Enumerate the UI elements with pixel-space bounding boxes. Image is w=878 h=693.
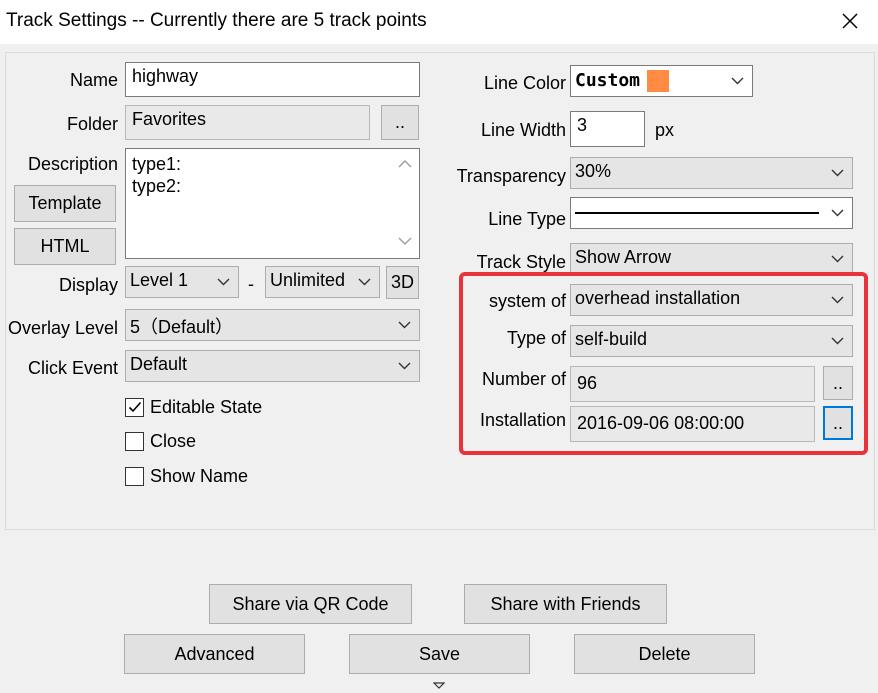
close-button[interactable] — [834, 6, 866, 36]
advanced-button[interactable]: Advanced — [124, 634, 305, 674]
line-width-input[interactable]: 3 — [570, 111, 645, 147]
chevron-down-icon — [831, 209, 844, 217]
name-label: Name — [69, 70, 118, 90]
display-max-value: Unlimited — [270, 270, 346, 290]
overlay-level-select[interactable]: 5（Default） — [125, 309, 420, 341]
number-browse-button[interactable]: .. — [823, 366, 853, 400]
display-min-value: Level 1 — [130, 270, 189, 290]
chevron-down-icon — [831, 337, 844, 345]
close-option[interactable]: Close — [125, 430, 196, 452]
type-value: self-build — [575, 329, 648, 349]
chevron-down-icon — [398, 321, 411, 329]
click-event-select[interactable]: Default — [125, 350, 420, 382]
chevron-down-icon — [398, 362, 411, 370]
chevron-down-icon — [358, 278, 371, 286]
transparency-label: Transparency — [456, 166, 566, 186]
chevron-down-icon — [731, 77, 744, 85]
title-bar: Track Settings -- Currently there are 5 … — [0, 0, 878, 44]
solid-line-preview — [575, 212, 819, 214]
html-button[interactable]: HTML — [14, 228, 116, 265]
folder-label: Folder — [66, 114, 118, 134]
show-name-option[interactable]: Show Name — [125, 465, 248, 487]
line-color-select[interactable]: Custom — [570, 65, 753, 97]
close-checkbox[interactable] — [125, 431, 144, 451]
line-color-label: Line Color — [483, 73, 566, 93]
description-textarea[interactable]: type1: type2: — [125, 148, 420, 259]
scroll-down-icon[interactable] — [398, 237, 412, 246]
click-event-value: Default — [130, 354, 188, 374]
transparency-select[interactable]: 30% — [570, 157, 853, 189]
number-label: Number of — [481, 369, 566, 389]
type-label: Type of — [506, 328, 566, 348]
overlay-level-value: 5（Default） — [130, 317, 234, 337]
line-type-select[interactable] — [570, 197, 853, 229]
description-scrollbar[interactable] — [393, 149, 418, 258]
track-style-value: Show Arrow — [575, 247, 672, 267]
display-range-separator: - — [248, 274, 254, 294]
close-label: Close — [150, 430, 197, 451]
editable-state-option[interactable]: Editable State — [125, 396, 262, 418]
show-name-label: Show Name — [150, 465, 249, 486]
threed-button[interactable]: 3D — [386, 266, 419, 299]
track-style-label: Track Style — [476, 252, 566, 272]
transparency-value: 30% — [575, 161, 612, 181]
delete-button[interactable]: Delete — [574, 634, 755, 674]
expand-arrow-icon[interactable] — [433, 682, 445, 690]
display-label: Display — [58, 275, 118, 295]
line-color-swatch — [647, 70, 669, 92]
line-width-label: Line Width — [480, 120, 566, 140]
system-select[interactable]: overhead installation — [570, 284, 853, 316]
chevron-down-icon — [217, 278, 230, 286]
description-label: Description — [27, 154, 118, 174]
line-color-value: Custom — [575, 70, 641, 91]
editable-state-checkbox[interactable] — [125, 397, 144, 417]
installation-field: 2016-09-06 08:00:00 — [570, 406, 815, 442]
share-qr-button[interactable]: Share via QR Code — [209, 584, 412, 624]
display-min-select[interactable]: Level 1 — [125, 266, 239, 298]
template-button[interactable]: Template — [14, 185, 116, 222]
chevron-down-icon — [831, 255, 844, 263]
overlay-level-label: Overlay Level — [8, 318, 119, 338]
show-name-checkbox[interactable] — [125, 466, 144, 486]
editable-state-label: Editable State — [150, 396, 263, 417]
checkmark-icon — [128, 401, 141, 413]
share-friends-button[interactable]: Share with Friends — [464, 584, 667, 624]
installation-label: Installation — [479, 410, 566, 430]
save-button[interactable]: Save — [349, 634, 530, 674]
line-type-label: Line Type — [488, 209, 566, 229]
folder-field: Favorites — [125, 105, 370, 140]
type-select[interactable]: self-build — [570, 325, 853, 357]
close-icon — [842, 13, 858, 29]
display-max-select[interactable]: Unlimited — [265, 266, 380, 298]
click-event-label: Click Event — [27, 358, 118, 378]
installation-browse-button[interactable]: .. — [823, 406, 853, 440]
system-label: system of — [488, 291, 566, 311]
chevron-down-icon — [831, 296, 844, 304]
line-width-unit: px — [655, 120, 675, 140]
scroll-up-icon[interactable] — [398, 159, 412, 168]
number-field: 96 — [570, 366, 815, 402]
folder-browse-button[interactable]: .. — [381, 105, 419, 140]
window-title: Track Settings -- Currently there are 5 … — [6, 10, 427, 31]
track-style-select[interactable]: Show Arrow — [570, 243, 853, 275]
chevron-down-icon — [831, 169, 844, 177]
name-input[interactable]: highway — [125, 62, 420, 97]
system-value: overhead installation — [575, 288, 741, 308]
